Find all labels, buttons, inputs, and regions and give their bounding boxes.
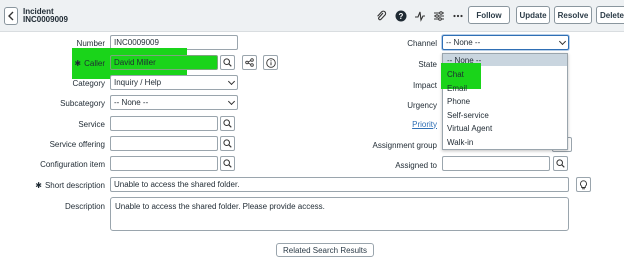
short-description-field[interactable]: Unable to access the shared folder. [110,177,569,192]
short-description-label: ✱ Short description [35,180,105,190]
help-icon[interactable]: ? [394,9,408,23]
service-offering-label: Service offering [49,139,105,149]
record-number: INC0009009 [23,15,68,24]
channel-option-virtual-agent[interactable]: Virtual Agent [447,123,492,134]
caller-graph-button[interactable] [242,55,257,70]
service-lookup-button[interactable] [220,116,235,131]
chevron-down-icon [227,77,236,85]
configuration-item-lookup-button[interactable] [220,156,235,171]
priority-link[interactable]: Priority [380,117,437,131]
info-icon [265,57,276,68]
mandatory-marker: ✱ [74,58,82,68]
state-label: State [418,59,437,69]
lightbulb-icon [580,179,587,189]
update-button[interactable]: Update [516,6,550,24]
search-icon [223,119,232,128]
caller-field[interactable]: David Miller [110,55,218,70]
search-icon [223,58,232,67]
subcategory-label: Subcategory [60,98,105,108]
search-icon [223,139,232,148]
suggestion-button[interactable] [576,177,591,192]
service-label: Service [78,119,105,129]
channel-label: Channel [407,38,437,48]
category-label: Category [72,78,105,88]
search-icon [556,159,565,168]
chevron-down-icon [227,97,236,105]
service-offering-field[interactable] [110,136,218,151]
assigned-to-field[interactable] [442,156,550,171]
caller-lookup-button[interactable] [220,55,235,70]
back-button[interactable] [4,7,18,25]
search-icon [223,159,232,168]
category-select[interactable]: Inquiry / Help [110,75,238,90]
service-offering-lookup-button[interactable] [220,136,235,151]
hierarchy-icon [245,58,254,67]
chevron-left-icon [8,11,14,21]
channel-option-none[interactable]: -- None -- [447,55,481,66]
attachment-icon[interactable] [374,9,388,23]
configuration-item-label: Configuration item [40,159,105,169]
description-label: Description [64,201,105,211]
channel-option-self-service[interactable]: Self-service [447,110,489,121]
delete-button[interactable]: Delete [596,6,624,24]
caller-info-button[interactable] [263,55,278,70]
channel-select[interactable]: -- None -- [442,35,569,50]
resolve-button[interactable]: Resolve [554,6,592,24]
subcategory-select[interactable]: -- None -- [110,95,238,110]
settings-sliders-icon[interactable] [432,9,446,23]
activity-icon[interactable] [413,9,427,23]
configuration-item-field[interactable] [110,156,218,171]
chevron-down-icon [558,37,567,45]
description-textarea[interactable]: Unable to access the shared folder. Plea… [110,197,569,231]
mandatory-marker: ✱ [35,180,42,190]
channel-option-walk-in[interactable]: Walk-in [447,137,473,148]
caller-label: ✱ Caller [74,58,105,68]
channel-option-phone[interactable]: Phone [447,96,470,107]
svg-text:?: ? [399,12,404,21]
channel-option-email[interactable]: Email [447,83,467,94]
impact-label: Impact [412,80,437,90]
channel-option-chat[interactable]: Chat [447,69,464,80]
related-search-button[interactable]: Related Search Results [276,243,374,257]
follow-button[interactable]: Follow [468,6,510,24]
service-field[interactable] [110,116,218,131]
more-options-icon[interactable] [451,9,465,23]
assigned-to-lookup-button[interactable] [553,156,568,171]
channel-dropdown-list: -- None -- Chat Email Phone Self-service… [441,53,568,150]
urgency-label: Urgency [407,100,437,110]
assigned-to-label: Assigned to [395,160,437,170]
assignment-group-label: Assignment group [372,140,437,150]
